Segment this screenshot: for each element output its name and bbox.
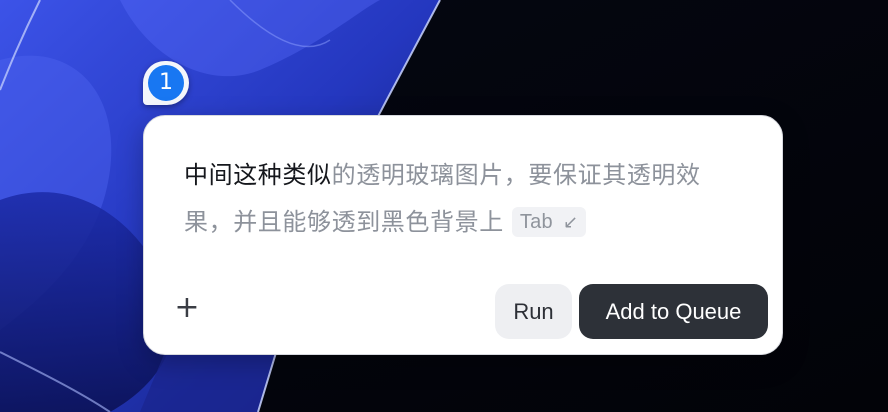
prompt-input[interactable]: 中间这种类似的透明玻璃图片，要保证其透明效果，并且能够透到黑色背景上 Tab ↙ [184,152,744,246]
tab-hint-label: Tab [519,211,553,233]
step-number: 1 [148,65,184,101]
prompt-card: 中间这种类似的透明玻璃图片，要保证其透明效果，并且能够透到黑色背景上 Tab ↙ +… [143,115,783,355]
plus-icon: + [174,290,200,325]
run-button[interactable]: Run [495,284,572,339]
desktop-stage: 1 中间这种类似的透明玻璃图片，要保证其透明效果，并且能够透到黑色背景上 Tab ↙… [0,0,888,412]
add-to-queue-button[interactable]: Add to Queue [579,284,768,339]
arrow-down-left-icon: ↙ [562,212,579,233]
add-attachment-button[interactable]: + [170,292,204,326]
tab-accept-hint[interactable]: Tab ↙ [511,207,587,237]
prompt-typed-text: 中间这种类似 [184,161,332,189]
step-number-badge: 1 [143,61,189,105]
